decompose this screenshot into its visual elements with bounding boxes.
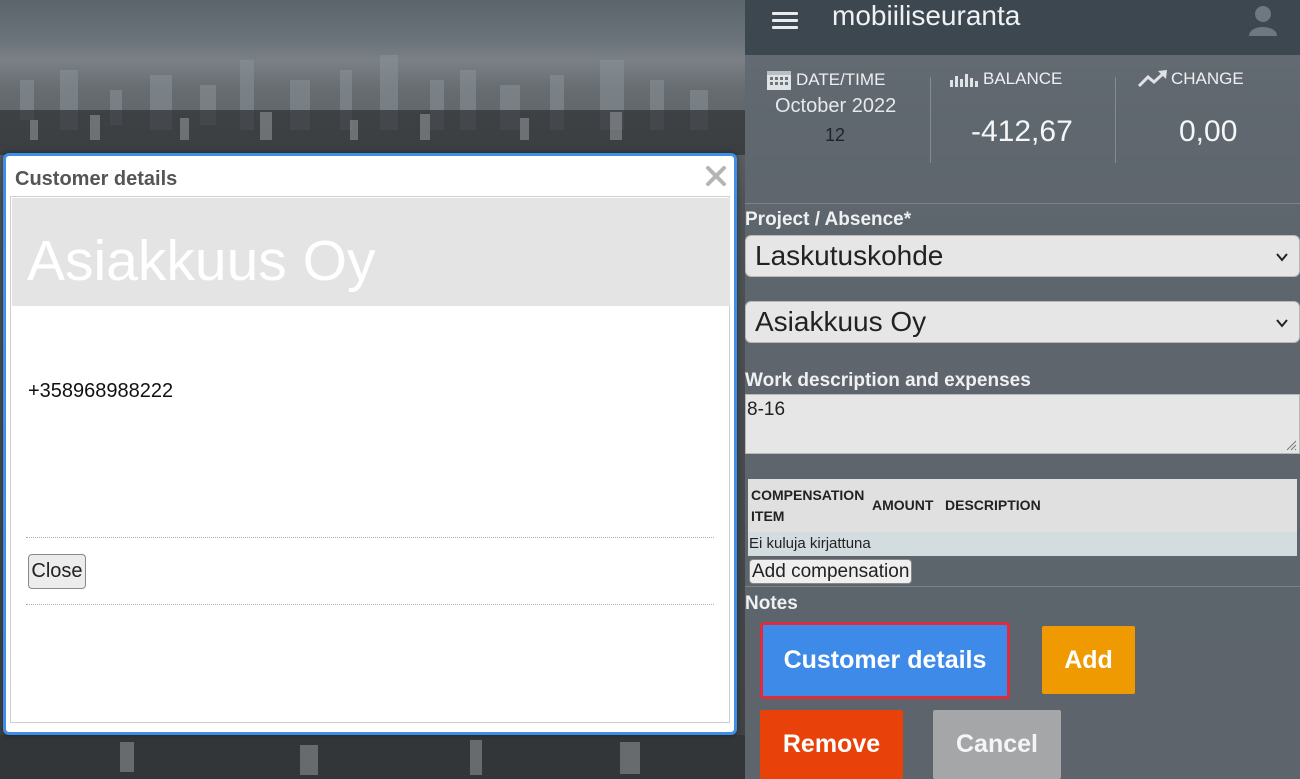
dialog-title: Customer details xyxy=(15,168,178,190)
customer-name: Asiakkuus Oy xyxy=(27,229,376,293)
balance-label: BALANCE xyxy=(983,69,1063,88)
customer-select-value: Asiakkuus Oy xyxy=(755,306,927,337)
change-value: 0,00 xyxy=(1179,115,1238,148)
project-select[interactable]: Laskutuskohde xyxy=(745,235,1300,277)
table-row: Ei kuluja kirjattuna xyxy=(748,532,1297,556)
chevron-down-icon xyxy=(1276,319,1288,328)
customer-select[interactable]: Asiakkuus Oy xyxy=(745,301,1300,343)
project-label: Project / Absence* xyxy=(745,209,912,230)
stats-divider-line xyxy=(745,203,1300,204)
customer-details-button[interactable]: Customer details xyxy=(760,622,1010,699)
datetime-day[interactable]: 12 xyxy=(825,125,845,146)
dialog-content: Asiakkuus Oy +358968988222 Close xyxy=(10,196,730,723)
notes-label: Notes xyxy=(745,593,798,614)
datetime-month[interactable]: October 2022 xyxy=(775,95,896,118)
notes-divider-line xyxy=(745,586,1300,587)
app-title: mobiiliseuranta xyxy=(832,0,1021,31)
customer-phone[interactable]: +358968988222 xyxy=(28,380,173,403)
work-description-value: 8-16 xyxy=(747,399,786,420)
calendar-icon xyxy=(767,71,791,90)
stat-datetime: DATE/TIME October 2022 12 xyxy=(745,55,930,165)
add-compensation-button[interactable]: Add compensation xyxy=(749,559,913,584)
user-avatar-icon[interactable] xyxy=(1247,4,1279,38)
bar-chart-icon xyxy=(950,74,978,87)
column-header-description: DESCRIPTION xyxy=(945,497,1041,513)
column-header-amount: AMOUNT xyxy=(872,497,934,513)
time-entry-panel: mobiiliseuranta DATE/TIME October 2022 1… xyxy=(745,0,1300,779)
dialog-divider xyxy=(26,604,714,605)
datetime-label: DATE/TIME xyxy=(796,70,886,89)
compensation-table-header: COMPENSATION ITEM AMOUNT DESCRIPTION xyxy=(748,479,1297,532)
customer-name-banner: Asiakkuus Oy xyxy=(12,198,730,306)
hamburger-menu-icon[interactable] xyxy=(772,12,800,32)
work-description-label: Work description and expenses xyxy=(745,370,1031,391)
remove-button[interactable]: Remove xyxy=(760,710,903,779)
close-icon[interactable] xyxy=(704,164,728,188)
change-label: CHANGE xyxy=(1171,69,1244,88)
trending-up-icon xyxy=(1137,70,1167,88)
stat-change: CHANGE 0,00 xyxy=(1116,55,1300,165)
add-button[interactable]: Add xyxy=(1042,626,1135,694)
stat-balance: BALANCE -412,67 xyxy=(931,55,1116,165)
column-header-compensation-item: COMPENSATION ITEM xyxy=(751,486,865,524)
top-bar: mobiiliseuranta xyxy=(745,0,1300,55)
work-description-textarea[interactable]: 8-16 xyxy=(745,394,1300,454)
stats-row: DATE/TIME October 2022 12 BALANCE -412,6… xyxy=(745,55,1300,204)
project-select-value: Laskutuskohde xyxy=(755,240,944,271)
compensation-table: COMPENSATION ITEM AMOUNT DESCRIPTION Ei … xyxy=(748,479,1297,556)
customer-details-dialog: Customer details Asiakkuus Oy +358968988… xyxy=(3,153,737,735)
cancel-button[interactable]: Cancel xyxy=(933,710,1061,779)
dialog-divider xyxy=(26,537,714,538)
close-button[interactable]: Close xyxy=(28,554,86,589)
balance-value: -412,67 xyxy=(971,115,1073,148)
chevron-down-icon xyxy=(1276,253,1288,262)
resize-handle-icon[interactable] xyxy=(1285,439,1297,451)
